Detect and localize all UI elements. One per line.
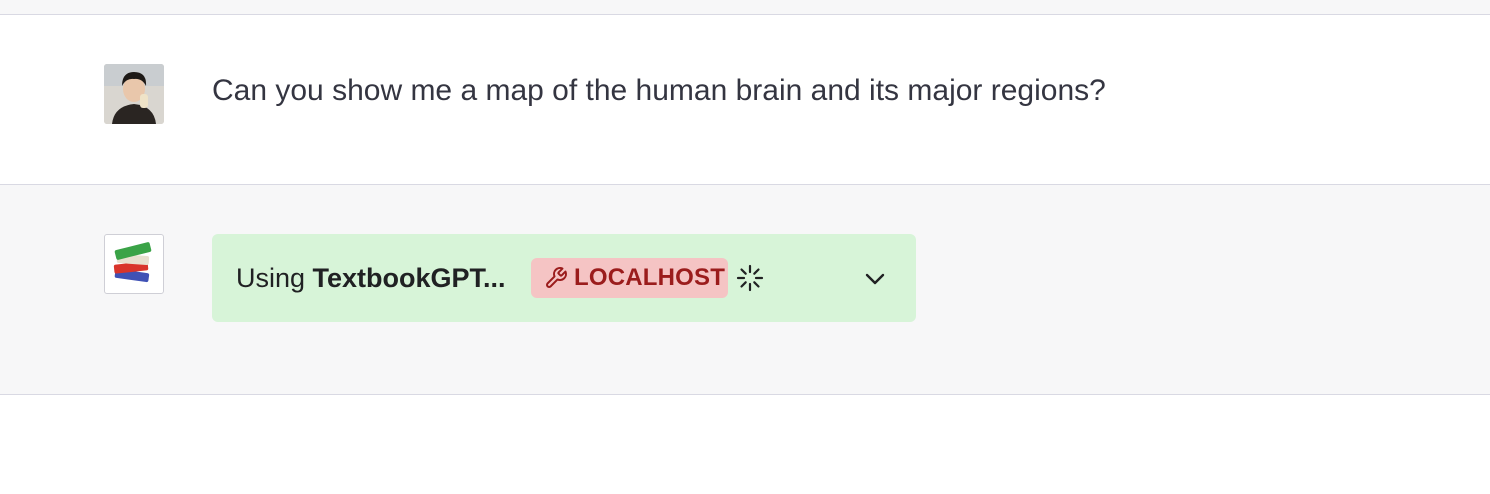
user-message-text: Can you show me a map of the human brain… xyxy=(212,74,1106,107)
previous-message-strip xyxy=(0,0,1490,15)
user-avatar xyxy=(104,64,164,124)
plugin-name: TextbookGPT... xyxy=(312,263,506,293)
chevron-down-icon[interactable] xyxy=(862,266,888,292)
plugin-status-box[interactable]: Using TextbookGPT... LOCALHOST xyxy=(212,234,916,322)
assistant-message-row: Using TextbookGPT... LOCALHOST xyxy=(0,185,1490,395)
plugin-using-prefix: Using xyxy=(236,263,313,293)
plugin-using-label: Using TextbookGPT... xyxy=(236,261,506,295)
badge-label: LOCALHOST xyxy=(574,264,726,291)
user-message-row: Can you show me a map of the human brain… xyxy=(0,15,1490,185)
books-icon xyxy=(104,234,164,294)
loading-spinner-icon xyxy=(736,264,764,292)
localhost-badge: LOCALHOST xyxy=(531,258,728,298)
wrench-icon xyxy=(544,266,568,290)
empty-bottom-area xyxy=(0,395,1490,494)
